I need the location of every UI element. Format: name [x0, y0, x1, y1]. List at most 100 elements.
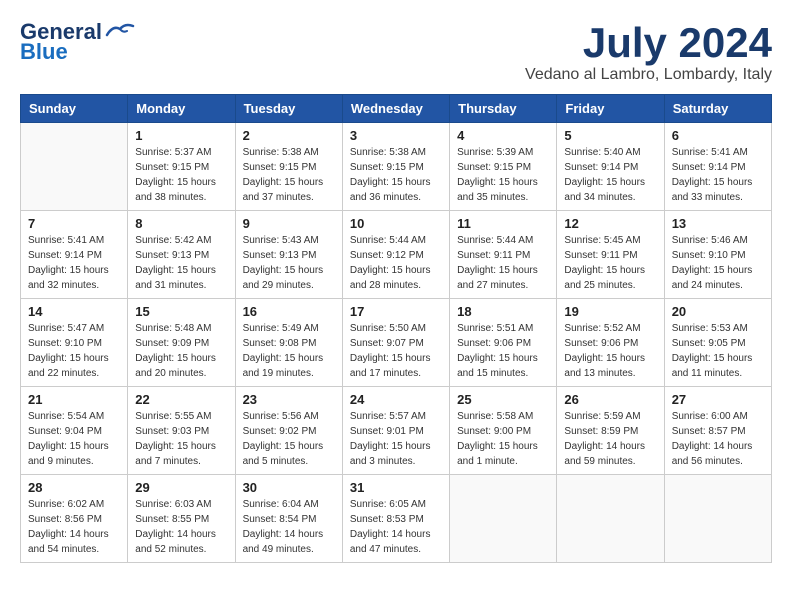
calendar-cell-10: 9 Sunrise: 5:43 AMSunset: 9:13 PMDaylight…: [235, 211, 342, 299]
day-number: 28: [28, 480, 120, 495]
calendar-cell-13: 12 Sunrise: 5:45 AMSunset: 9:11 PMDayligh…: [557, 211, 664, 299]
day-info: Sunrise: 5:42 AMSunset: 9:13 PMDaylight:…: [135, 233, 227, 293]
day-number: 7: [28, 216, 120, 231]
calendar-cell-30: 29 Sunrise: 6:03 AMSunset: 8:55 PMDayligh…: [128, 475, 235, 563]
calendar-cell-27: 26 Sunrise: 5:59 AMSunset: 8:59 PMDayligh…: [557, 387, 664, 475]
calendar-cell-12: 11 Sunrise: 5:44 AMSunset: 9:11 PMDayligh…: [450, 211, 557, 299]
day-info: Sunrise: 5:55 AMSunset: 9:03 PMDaylight:…: [135, 409, 227, 469]
day-info: Sunrise: 5:41 AMSunset: 9:14 PMDaylight:…: [28, 233, 120, 293]
day-info: Sunrise: 5:44 AMSunset: 9:12 PMDaylight:…: [350, 233, 442, 293]
calendar-cell-6: 5Sunrise: 5:40 AMSunset: 9:14 PMDaylight…: [557, 123, 664, 211]
day-number: 9: [243, 216, 335, 231]
day-info: Sunrise: 5:57 AMSunset: 9:01 PMDaylight:…: [350, 409, 442, 469]
day-info: Sunrise: 5:49 AMSunset: 9:08 PMDaylight:…: [243, 321, 335, 381]
day-number: 23: [243, 392, 335, 407]
calendar-week-3: 14 Sunrise: 5:47 AMSunset: 9:10 PMDayligh…: [21, 299, 772, 387]
calendar-cell-4: 3 Sunrise: 5:38 AMSunset: 9:15 PMDaylight…: [342, 123, 449, 211]
calendar-cell-29: 28 Sunrise: 6:02 AMSunset: 8:56 PMDayligh…: [21, 475, 128, 563]
page-header: General Blue July 2024 Vedano al Lambro,…: [20, 20, 772, 84]
day-info: Sunrise: 5:41 AMSunset: 9:14 PMDaylight:…: [672, 145, 764, 205]
day-info: Sunrise: 5:39 AMSunset: 9:15 PMDaylight:…: [457, 145, 549, 205]
calendar-header-thursday: Thursday: [450, 95, 557, 123]
month-title: July 2024: [525, 20, 772, 66]
calendar-header-friday: Friday: [557, 95, 664, 123]
calendar-week-2: 7 Sunrise: 5:41 AMSunset: 9:14 PMDaylight…: [21, 211, 772, 299]
location-title: Vedano al Lambro, Lombardy, Italy: [525, 66, 772, 84]
day-number: 1: [135, 128, 227, 143]
logo: General Blue: [20, 20, 135, 64]
calendar-cell-9: 8 Sunrise: 5:42 AMSunset: 9:13 PMDaylight…: [128, 211, 235, 299]
logo-bird-icon: [105, 21, 135, 39]
calendar-cell-25: 24 Sunrise: 5:57 AMSunset: 9:01 PMDayligh…: [342, 387, 449, 475]
day-info: Sunrise: 5:53 AMSunset: 9:05 PMDaylight:…: [672, 321, 764, 381]
day-info: Sunrise: 5:38 AMSunset: 9:15 PMDaylight:…: [243, 145, 335, 205]
calendar-cell-8: 7 Sunrise: 5:41 AMSunset: 9:14 PMDaylight…: [21, 211, 128, 299]
calendar-cell-28: 27Sunrise: 6:00 AMSunset: 8:57 PMDayligh…: [664, 387, 771, 475]
calendar-cell-21: 20Sunrise: 5:53 AMSunset: 9:05 PMDayligh…: [664, 299, 771, 387]
day-info: Sunrise: 5:51 AMSunset: 9:06 PMDaylight:…: [457, 321, 549, 381]
calendar-cell-1: [21, 123, 128, 211]
day-number: 10: [350, 216, 442, 231]
logo-blue-text: Blue: [20, 40, 68, 64]
calendar-header-monday: Monday: [128, 95, 235, 123]
day-info: Sunrise: 5:37 AMSunset: 9:15 PMDaylight:…: [135, 145, 227, 205]
day-info: Sunrise: 5:38 AMSunset: 9:15 PMDaylight:…: [350, 145, 442, 205]
day-info: Sunrise: 6:02 AMSunset: 8:56 PMDaylight:…: [28, 497, 120, 557]
day-number: 4: [457, 128, 549, 143]
day-info: Sunrise: 5:54 AMSunset: 9:04 PMDaylight:…: [28, 409, 120, 469]
day-number: 22: [135, 392, 227, 407]
day-info: Sunrise: 5:52 AMSunset: 9:06 PMDaylight:…: [564, 321, 656, 381]
calendar-week-4: 21Sunrise: 5:54 AMSunset: 9:04 PMDayligh…: [21, 387, 772, 475]
day-info: Sunrise: 5:40 AMSunset: 9:14 PMDaylight:…: [564, 145, 656, 205]
day-info: Sunrise: 5:44 AMSunset: 9:11 PMDaylight:…: [457, 233, 549, 293]
calendar-cell-24: 23 Sunrise: 5:56 AMSunset: 9:02 PMDayligh…: [235, 387, 342, 475]
calendar-cell-16: 15 Sunrise: 5:48 AMSunset: 9:09 PMDayligh…: [128, 299, 235, 387]
calendar-week-5: 28 Sunrise: 6:02 AMSunset: 8:56 PMDayligh…: [21, 475, 772, 563]
day-number: 18: [457, 304, 549, 319]
calendar-header-saturday: Saturday: [664, 95, 771, 123]
day-number: 13: [672, 216, 764, 231]
calendar-cell-3: 2Sunrise: 5:38 AMSunset: 9:15 PMDaylight…: [235, 123, 342, 211]
day-info: Sunrise: 5:48 AMSunset: 9:09 PMDaylight:…: [135, 321, 227, 381]
day-info: Sunrise: 5:50 AMSunset: 9:07 PMDaylight:…: [350, 321, 442, 381]
day-info: Sunrise: 6:03 AMSunset: 8:55 PMDaylight:…: [135, 497, 227, 557]
day-number: 26: [564, 392, 656, 407]
calendar-cell-20: 19 Sunrise: 5:52 AMSunset: 9:06 PMDayligh…: [557, 299, 664, 387]
day-number: 19: [564, 304, 656, 319]
day-number: 8: [135, 216, 227, 231]
calendar-cell-26: 25 Sunrise: 5:58 AMSunset: 9:00 PMDayligh…: [450, 387, 557, 475]
calendar-header-wednesday: Wednesday: [342, 95, 449, 123]
day-info: Sunrise: 5:45 AMSunset: 9:11 PMDaylight:…: [564, 233, 656, 293]
day-number: 29: [135, 480, 227, 495]
day-info: Sunrise: 5:46 AMSunset: 9:10 PMDaylight:…: [672, 233, 764, 293]
calendar-cell-34: [557, 475, 664, 563]
day-number: 16: [243, 304, 335, 319]
calendar-cell-35: [664, 475, 771, 563]
day-number: 3: [350, 128, 442, 143]
calendar-cell-11: 10 Sunrise: 5:44 AMSunset: 9:12 PMDayligh…: [342, 211, 449, 299]
day-number: 6: [672, 128, 764, 143]
calendar-cell-2: 1 Sunrise: 5:37 AMSunset: 9:15 PMDaylight…: [128, 123, 235, 211]
day-info: Sunrise: 5:47 AMSunset: 9:10 PMDaylight:…: [28, 321, 120, 381]
day-number: 17: [350, 304, 442, 319]
day-info: Sunrise: 5:59 AMSunset: 8:59 PMDaylight:…: [564, 409, 656, 469]
calendar-cell-7: 6 Sunrise: 5:41 AMSunset: 9:14 PMDaylight…: [664, 123, 771, 211]
calendar-cell-31: 30Sunrise: 6:04 AMSunset: 8:54 PMDayligh…: [235, 475, 342, 563]
day-number: 25: [457, 392, 549, 407]
day-info: Sunrise: 5:58 AMSunset: 9:00 PMDaylight:…: [457, 409, 549, 469]
calendar-cell-33: [450, 475, 557, 563]
day-number: 11: [457, 216, 549, 231]
day-number: 12: [564, 216, 656, 231]
day-number: 24: [350, 392, 442, 407]
day-number: 15: [135, 304, 227, 319]
day-number: 14: [28, 304, 120, 319]
calendar-cell-17: 16 Sunrise: 5:49 AMSunset: 9:08 PMDayligh…: [235, 299, 342, 387]
day-info: Sunrise: 5:43 AMSunset: 9:13 PMDaylight:…: [243, 233, 335, 293]
calendar-cell-15: 14 Sunrise: 5:47 AMSunset: 9:10 PMDayligh…: [21, 299, 128, 387]
day-info: Sunrise: 6:05 AMSunset: 8:53 PMDaylight:…: [350, 497, 442, 557]
calendar-week-1: 1 Sunrise: 5:37 AMSunset: 9:15 PMDaylight…: [21, 123, 772, 211]
day-info: Sunrise: 6:00 AMSunset: 8:57 PMDaylight:…: [672, 409, 764, 469]
day-info: Sunrise: 6:04 AMSunset: 8:54 PMDaylight:…: [243, 497, 335, 557]
calendar-cell-18: 17 Sunrise: 5:50 AMSunset: 9:07 PMDayligh…: [342, 299, 449, 387]
day-info: Sunrise: 5:56 AMSunset: 9:02 PMDaylight:…: [243, 409, 335, 469]
